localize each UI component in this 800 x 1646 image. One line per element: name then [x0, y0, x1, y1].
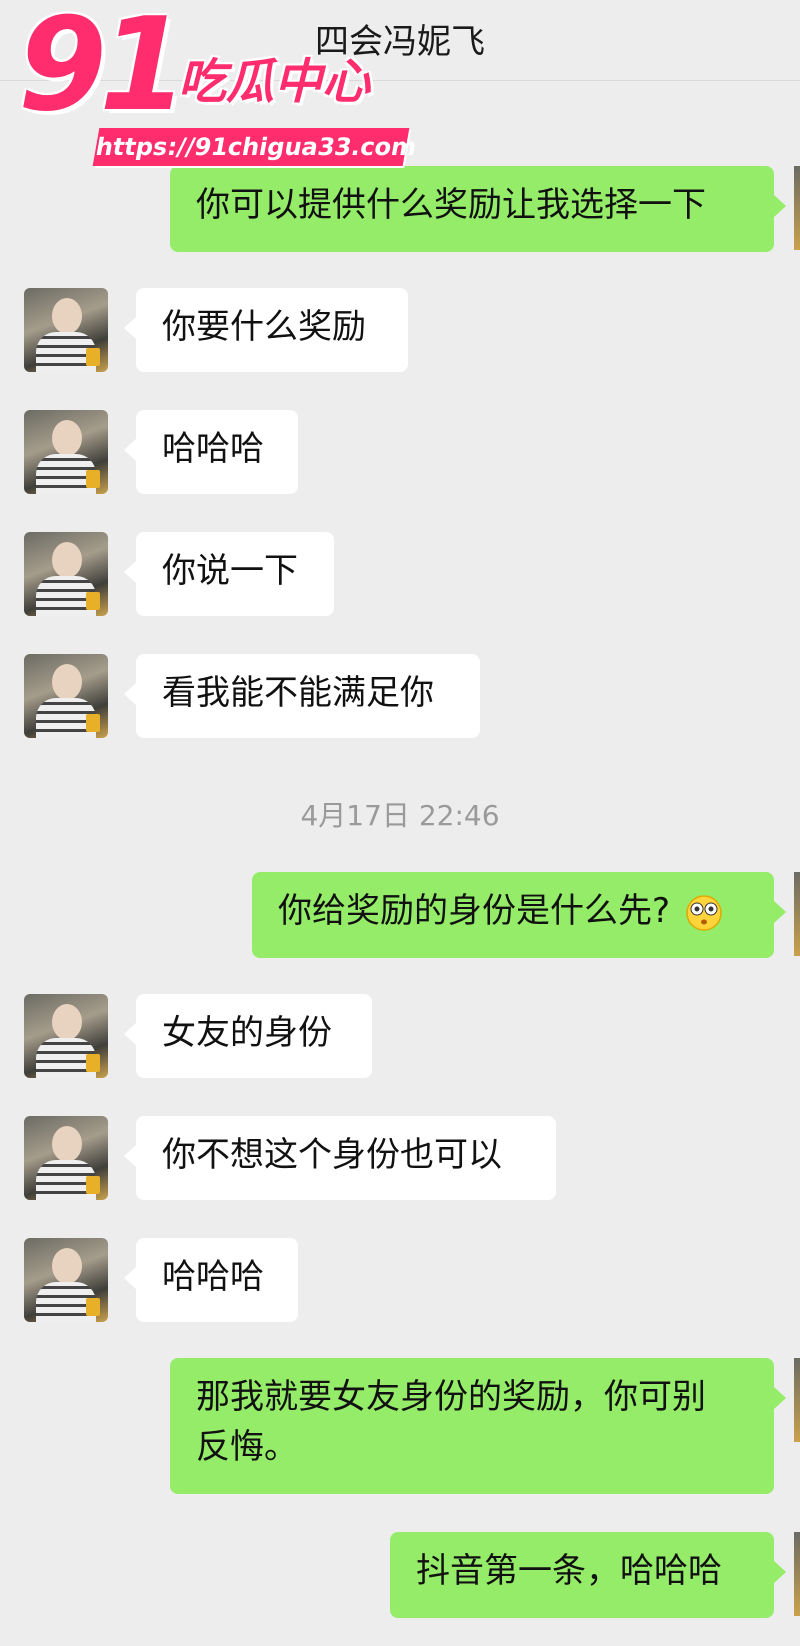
self-avatar[interactable] [794, 1358, 800, 1442]
self-avatar[interactable] [794, 1532, 800, 1616]
watermark-logo: 91 吃瓜中心 https://91chigua33.com [10, 2, 419, 166]
message-bubble-received[interactable]: 你不想这个身份也可以 [124, 1116, 556, 1200]
chat-timestamp: 4月17日 22:46 [300, 799, 500, 832]
message-text-line-2: 反悔。 [196, 1427, 298, 1467]
message-bubble-sent[interactable]: 你可以提供什么奖励让我选择一下 [170, 166, 786, 252]
contact-avatar[interactable] [24, 994, 108, 1078]
contact-avatar[interactable] [24, 288, 108, 372]
message-bubble-received[interactable]: 女友的身份 [124, 994, 372, 1078]
watermark-number: 91 [18, 0, 188, 140]
message-bubble-received[interactable]: 你说一下 [124, 532, 334, 616]
contact-avatar[interactable] [24, 654, 108, 738]
message-bubble-received[interactable]: 你要什么奖励 [124, 288, 408, 372]
contact-avatar[interactable] [24, 532, 108, 616]
watermark-url: https://91chigua33.com [92, 128, 419, 166]
message-text: 你要什么奖励 [162, 307, 366, 347]
contact-avatar[interactable] [24, 1238, 108, 1322]
message-text-line-1: 那我就要女友身份的奖励，你可别 [196, 1377, 706, 1417]
message-text: 你不想这个身份也可以 [162, 1135, 502, 1175]
message-text: 女友的身份 [162, 1013, 332, 1053]
self-avatar[interactable] [794, 872, 800, 956]
message-text: 你给奖励的身份是什么先? [278, 891, 671, 931]
message-text: 看我能不能满足你 [162, 673, 434, 713]
message-text: 抖音第一条，哈哈哈 [416, 1551, 722, 1591]
message-bubble-sent[interactable]: 那我就要女友身份的奖励，你可别 反悔。 [170, 1358, 786, 1494]
message-text: 你可以提供什么奖励让我选择一下 [196, 185, 706, 225]
contact-avatar[interactable] [24, 1116, 108, 1200]
message-bubble-received[interactable]: 看我能不能满足你 [124, 654, 480, 738]
message-text: 你说一下 [162, 551, 298, 591]
message-text: 哈哈哈 [162, 1257, 264, 1297]
message-bubble-sent[interactable]: 抖音第一条，哈哈哈 [390, 1532, 786, 1618]
message-bubble-sent[interactable]: 你给奖励的身份是什么先? [252, 872, 786, 958]
watermark-text: 吃瓜中心 [178, 54, 371, 110]
flushed-face-emoji [686, 894, 722, 931]
self-avatar[interactable] [794, 166, 800, 250]
message-bubble-received[interactable]: 哈哈哈 [124, 1238, 298, 1322]
contact-avatar[interactable] [24, 410, 108, 494]
message-text: 哈哈哈 [162, 429, 264, 469]
message-bubble-received[interactable]: 哈哈哈 [124, 410, 298, 494]
